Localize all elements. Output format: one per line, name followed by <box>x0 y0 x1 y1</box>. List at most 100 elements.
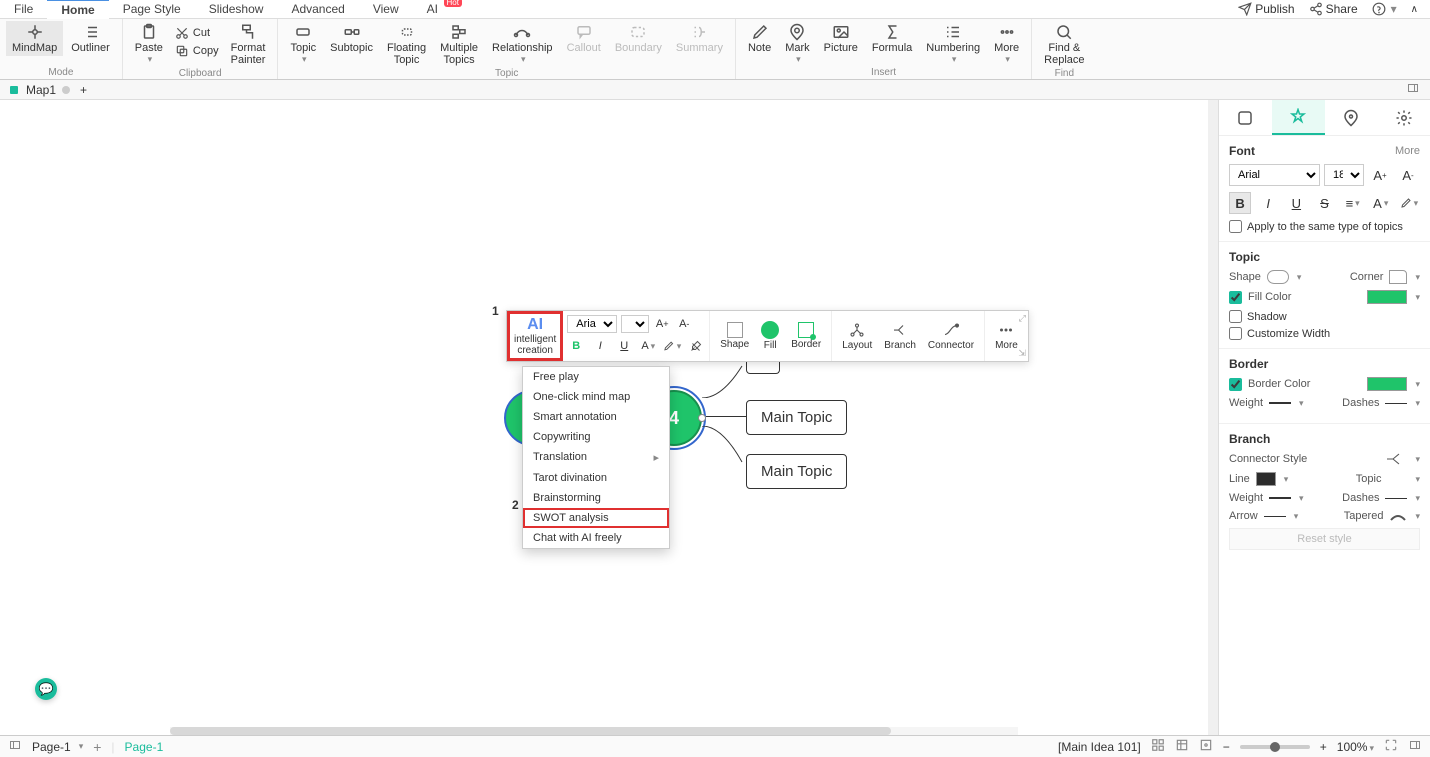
ai-menu-oneclick[interactable]: One-click mind map <box>523 387 669 407</box>
branch-topic-select[interactable] <box>1387 472 1407 486</box>
node-port-right[interactable] <box>698 414 706 422</box>
float-pin-button[interactable]: ⤢ <box>1019 313 1026 324</box>
ai-menu-chat[interactable]: Chat with AI freely <box>523 528 669 548</box>
topic-button[interactable]: Topic▾ <box>284 21 322 67</box>
strike-button[interactable]: S <box>1313 192 1335 214</box>
cut-button[interactable]: Cut <box>171 25 223 41</box>
float-italic[interactable]: I <box>591 337 609 355</box>
multiple-topics-button[interactable]: Multiple Topics <box>434 21 484 68</box>
float-font-shrink[interactable]: A- <box>675 315 693 333</box>
float-expand-button[interactable]: ⇲ <box>1018 348 1026 359</box>
font-shrink-button[interactable]: A- <box>1396 164 1420 186</box>
summary-button[interactable]: Summary <box>670 21 729 56</box>
relationship-button[interactable]: Relationship▾ <box>486 21 559 67</box>
align-button[interactable]: ≡▾ <box>1342 192 1364 214</box>
font-color-button[interactable]: A▾ <box>1370 192 1392 214</box>
paste-button[interactable]: Paste▾ <box>129 21 169 67</box>
branch-line-color[interactable] <box>1256 472 1276 486</box>
picture-button[interactable]: Picture <box>818 21 864 56</box>
ai-menu-copywriting[interactable]: Copywriting <box>523 427 669 447</box>
note-button[interactable]: Note <box>742 21 777 56</box>
font-more-button[interactable]: More <box>1395 145 1420 157</box>
float-more-button[interactable]: More <box>991 321 1022 351</box>
ai-menu-brainstorm[interactable]: Brainstorming <box>523 488 669 508</box>
menu-file[interactable]: File <box>0 0 47 18</box>
menu-slideshow[interactable]: Slideshow <box>195 0 278 18</box>
menu-home[interactable]: Home <box>47 0 108 19</box>
menu-view[interactable]: View <box>359 0 413 18</box>
subtopic-button[interactable]: Subtopic <box>324 21 379 56</box>
reset-style-button[interactable]: Reset style <box>1229 528 1420 550</box>
corner-select[interactable] <box>1389 270 1407 284</box>
float-bold[interactable]: B <box>567 337 585 355</box>
branch-tapered-select[interactable] <box>1389 510 1407 522</box>
border-color-checkbox[interactable] <box>1229 378 1242 391</box>
panel-tab-format[interactable] <box>1219 100 1272 135</box>
float-shape-button[interactable]: Shape <box>716 322 753 350</box>
share-button[interactable]: Share <box>1309 2 1358 16</box>
format-painter-button[interactable]: Format Painter <box>225 21 272 68</box>
zoom-out[interactable]: − <box>1223 740 1230 754</box>
font-grow-button[interactable]: A+ <box>1368 164 1392 186</box>
page-tab[interactable]: Page-1 <box>125 740 164 754</box>
topic-node-3[interactable]: Main Topic <box>746 454 847 489</box>
highlight-button[interactable]: ▾ <box>1398 192 1420 214</box>
panel-toggle-button[interactable] <box>1406 82 1430 97</box>
float-layout-button[interactable]: Layout <box>838 321 876 351</box>
vertical-scrollbar[interactable] <box>1208 100 1218 735</box>
fullscreen-button[interactable] <box>1384 738 1398 755</box>
outline-toggle[interactable] <box>8 739 22 754</box>
topic-node-2[interactable]: Main Topic <box>746 400 847 435</box>
mark-button[interactable]: Mark▾ <box>779 21 815 67</box>
shadow-checkbox[interactable] <box>1229 310 1242 323</box>
zoom-slider[interactable] <box>1240 745 1310 749</box>
menu-ai[interactable]: AI Hot <box>413 0 452 18</box>
ai-creation-button[interactable]: AI intelligent creation <box>507 311 563 361</box>
document-tab[interactable]: Map1 <box>8 83 70 97</box>
mindmap-mode-button[interactable]: MindMap <box>6 21 63 56</box>
outliner-mode-button[interactable]: Outliner <box>65 21 116 56</box>
border-weight-select[interactable] <box>1269 402 1291 404</box>
border-color-swatch[interactable] <box>1367 377 1407 391</box>
float-underline[interactable]: U <box>615 337 633 355</box>
float-fill-button[interactable]: Fill <box>757 321 783 351</box>
formula-button[interactable]: Formula <box>866 21 918 56</box>
apply-same-checkbox[interactable] <box>1229 220 1242 233</box>
ai-menu-tarot[interactable]: Tarot divination <box>523 468 669 488</box>
menu-advanced[interactable]: Advanced <box>277 0 358 18</box>
bold-button[interactable]: B <box>1229 192 1251 214</box>
panel-tab-settings[interactable] <box>1377 100 1430 135</box>
ai-menu-smart[interactable]: Smart annotation <box>523 407 669 427</box>
publish-button[interactable]: Publish <box>1238 2 1294 16</box>
find-replace-button[interactable]: Find & Replace <box>1038 21 1090 68</box>
callout-button[interactable]: Callout <box>561 21 607 56</box>
collapse-ribbon[interactable]: ∧ <box>1411 2 1418 16</box>
view-grid-icon[interactable] <box>1151 738 1165 755</box>
float-font-grow[interactable]: A+ <box>653 315 671 333</box>
zoom-level[interactable]: 100%▾ <box>1337 740 1374 754</box>
floating-topic-button[interactable]: Floating Topic <box>381 21 432 68</box>
numbering-button[interactable]: Numbering▾ <box>920 21 986 67</box>
fill-color-checkbox[interactable] <box>1229 291 1242 304</box>
branch-dashes-select[interactable] <box>1385 498 1407 499</box>
float-clear-format[interactable] <box>687 337 705 355</box>
horizontal-scrollbar[interactable] <box>170 727 1018 735</box>
canvas[interactable]: 1 2 4 Main Topic Main Topic AI intellige… <box>0 100 1208 735</box>
ai-menu-swot[interactable]: SWOT analysis <box>523 508 669 528</box>
help-button[interactable]: ▾ <box>1372 2 1397 16</box>
float-branch-button[interactable]: Branch <box>880 321 920 351</box>
font-size-select[interactable]: 18 <box>1324 164 1364 186</box>
insert-more-button[interactable]: More▾ <box>988 21 1025 67</box>
connector-style-select[interactable] <box>1385 452 1407 466</box>
border-dashes-select[interactable] <box>1385 403 1407 404</box>
view-fit-icon[interactable] <box>1175 738 1189 755</box>
page-selector[interactable]: Page-1 ▾ <box>32 740 83 754</box>
ai-menu-free-play[interactable]: Free play <box>523 367 669 387</box>
underline-button[interactable]: U <box>1285 192 1307 214</box>
fill-color-swatch[interactable] <box>1367 290 1407 304</box>
float-font-family[interactable]: Arial <box>567 315 617 333</box>
zoom-in[interactable]: + <box>1320 740 1327 754</box>
customize-width-checkbox[interactable] <box>1229 327 1242 340</box>
ai-menu-translation[interactable]: Translation▸ <box>523 447 669 468</box>
panel-tab-style[interactable] <box>1272 100 1325 135</box>
